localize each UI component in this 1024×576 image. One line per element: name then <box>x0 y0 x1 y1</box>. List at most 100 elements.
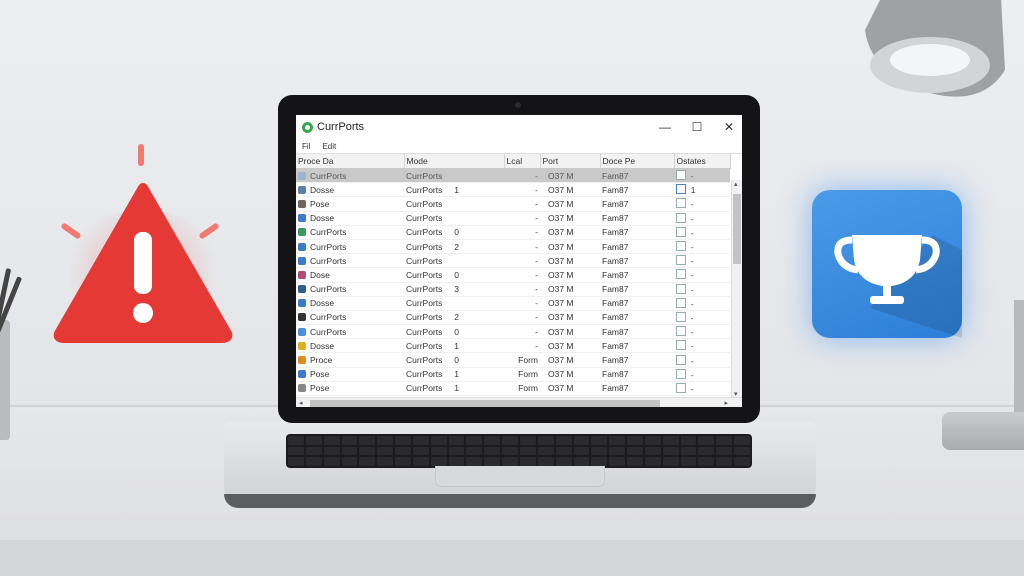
state-checkbox[interactable] <box>676 368 686 379</box>
state-checkbox[interactable] <box>676 184 686 195</box>
keyboard-key <box>609 436 626 445</box>
laptop-base-edge <box>224 494 816 508</box>
process-cell: Dose <box>296 267 404 283</box>
keyboard-key <box>323 457 340 466</box>
column-header-states[interactable]: Ostates <box>674 154 731 169</box>
column-header-mode[interactable]: Mode <box>404 154 505 169</box>
keyboard-key <box>359 436 376 445</box>
port-cell: O37 M <box>540 338 600 354</box>
count-text: 2 <box>454 241 459 252</box>
table-row[interactable]: CurrPorts CurrPorts - O37 M Fam87 - <box>296 253 730 269</box>
table-row[interactable]: CurrPorts CurrPorts 2- O37 M Fam87 - <box>296 239 730 255</box>
state-checkbox[interactable] <box>676 297 686 308</box>
table-row[interactable]: Pose CurrPorts 1 Form O37 M Fam87 - <box>296 367 730 382</box>
keyboard-key <box>395 436 411 445</box>
state-flag: - <box>690 270 694 281</box>
table-row[interactable]: Dosse CurrPorts 1- O37 M Fam87 - <box>296 338 730 354</box>
process-cell: Proce <box>296 352 404 368</box>
state-cell: - <box>674 168 730 184</box>
keyboard-key <box>288 457 304 466</box>
port-cell: O37 M <box>540 324 600 340</box>
close-button[interactable]: ✕ <box>722 120 736 134</box>
process-cell: CurrPorts <box>296 168 404 184</box>
state-cell: - <box>674 296 730 311</box>
table-row[interactable]: CurrPorts CurrPorts 0- O37 M Fam87 - <box>296 225 730 240</box>
state-checkbox[interactable] <box>676 241 686 252</box>
keyboard-key <box>734 446 750 456</box>
port-cell: O37 M <box>540 267 600 283</box>
keyboard-key <box>520 446 536 456</box>
table-row[interactable]: CurrPorts CurrPorts 3- O37 M Fam87 - <box>296 282 730 297</box>
mode-text: CurrPorts <box>406 227 443 238</box>
table-row[interactable]: CurrPorts CurrPorts 0- O37 M Fam87 - <box>296 324 730 340</box>
state-flag: 1 <box>690 185 696 196</box>
mode-text: CurrPorts <box>406 269 443 280</box>
state-checkbox[interactable] <box>676 226 686 237</box>
horizontal-scroll-thumb[interactable] <box>310 400 660 407</box>
doce-cell: Fam87 <box>600 352 674 368</box>
table-row[interactable]: Pose CurrPorts - O37 M Fam87 - <box>296 196 730 212</box>
keyboard-key <box>591 446 608 456</box>
mode-cell: CurrPorts 3 <box>404 282 504 297</box>
state-checkbox[interactable] <box>676 170 686 181</box>
vertical-scroll-thumb[interactable] <box>733 194 741 264</box>
maximize-button[interactable]: ☐ <box>690 120 704 134</box>
state-checkbox[interactable] <box>676 340 686 351</box>
table-row[interactable]: CurrPorts CurrPorts - O37 M Fam87 - <box>296 168 730 184</box>
state-checkbox[interactable] <box>676 354 686 365</box>
keyboard-key <box>698 457 715 466</box>
state-checkbox[interactable] <box>676 198 686 209</box>
table-row[interactable]: Dosse CurrPorts - O37 M Fam87 - <box>296 296 730 311</box>
menu-bar: Fil Edit <box>296 139 742 154</box>
port-cell: O37 M <box>540 352 600 368</box>
process-icon <box>298 384 306 393</box>
menu-edit[interactable]: Edit <box>320 142 338 151</box>
doce-cell: Fam87 <box>600 168 674 184</box>
currports-app-icon <box>302 121 313 133</box>
mode-text: CurrPorts <box>406 340 443 351</box>
state-flag: - <box>690 383 694 394</box>
state-cell: - <box>674 225 730 240</box>
keyboard-key <box>644 436 661 445</box>
state-checkbox[interactable] <box>676 382 686 393</box>
horizontal-scrollbar[interactable]: ◂ ▸ <box>296 397 742 407</box>
process-icon <box>298 341 306 350</box>
title-bar: CurrPorts — ☐ ✕ <box>296 115 742 139</box>
state-checkbox[interactable] <box>676 212 686 223</box>
state-flag: - <box>690 256 694 267</box>
process-cell: CurrPorts <box>296 310 404 326</box>
doce-cell: Fam87 <box>600 225 674 240</box>
menu-file[interactable]: Fil <box>300 142 312 151</box>
table-row[interactable]: Dose CurrPorts 0- O37 M Fam87 - <box>296 267 730 283</box>
port-cell: O37 M <box>540 282 600 297</box>
port-cell: O37 M <box>540 196 600 212</box>
port-cell: O37 M <box>540 310 600 326</box>
table-row[interactable]: CurrPorts CurrPorts 2- O37 M Fam87 - <box>296 310 730 326</box>
keyboard-key <box>412 457 429 466</box>
table-row[interactable]: Dosse CurrPorts - O37 M Fam87 - <box>296 211 730 226</box>
column-header-local[interactable]: Lcal <box>504 154 541 169</box>
table-row[interactable]: Proce CurrPorts 0 Form O37 M Fam87 - <box>296 352 730 368</box>
state-checkbox[interactable] <box>676 326 686 337</box>
local-cell: - <box>504 168 540 184</box>
state-checkbox[interactable] <box>676 255 686 266</box>
mode-text: CurrPorts <box>406 383 443 394</box>
state-checkbox[interactable] <box>676 283 686 294</box>
trophy-tile <box>812 190 962 338</box>
vertical-scrollbar[interactable]: ▴ ▾ <box>731 180 742 398</box>
table-row[interactable]: Dosse CurrPorts 1- O37 M Fam87 1 <box>296 182 730 198</box>
process-icon <box>298 199 306 208</box>
column-header-port[interactable]: Port <box>540 154 601 169</box>
table-row[interactable]: Pose CurrPorts 1 Form O37 M Fam87 - <box>296 381 730 397</box>
keyboard-key <box>537 446 554 456</box>
keyboard-key <box>555 457 572 466</box>
minimize-button[interactable]: — <box>658 120 672 134</box>
column-header-doce[interactable]: Doce Pe <box>600 154 675 169</box>
count-text: 0 <box>454 227 459 238</box>
state-checkbox[interactable] <box>676 269 686 280</box>
state-checkbox[interactable] <box>676 311 686 322</box>
column-header-process[interactable]: Proce Da <box>296 154 405 169</box>
count-text: 0 <box>454 269 459 280</box>
keyboard-key <box>555 436 572 445</box>
process-icon <box>298 242 306 251</box>
